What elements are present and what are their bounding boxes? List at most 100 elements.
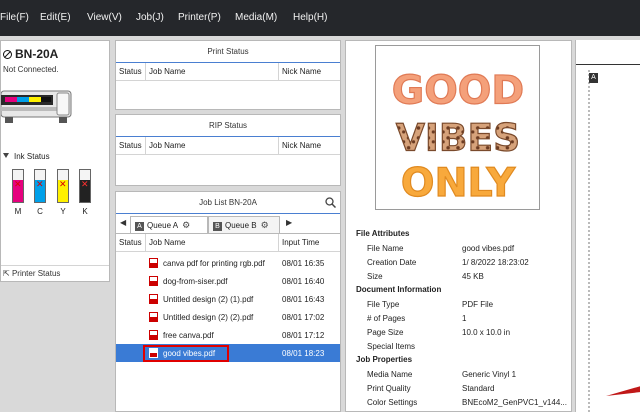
layout-canvas[interactable]: A xyxy=(575,40,640,412)
job-name: dog-from-siser.pdf xyxy=(163,277,228,286)
printer-status-label: Printer Status xyxy=(11,269,61,278)
attr-key: Size xyxy=(367,272,383,281)
ink-error-icon: ✕ xyxy=(81,179,89,189)
table-header: Status Job Name Nick Name xyxy=(116,63,340,81)
rip-status-panel: RIP Status Status Job Name Nick Name xyxy=(115,114,341,186)
section-file-attributes: File Attributes xyxy=(356,229,410,238)
column-header[interactable]: Status xyxy=(119,141,142,150)
menu-file[interactable]: File(F) xyxy=(0,12,29,23)
connection-status: Not Connected. xyxy=(3,65,59,74)
preview-text-good: GOOD xyxy=(392,67,524,113)
job-time: 08/01 17:02 xyxy=(282,313,325,322)
column-header[interactable]: Nick Name xyxy=(282,67,321,76)
print-status-panel: Print Status Status Job Name Nick Name xyxy=(115,40,341,110)
tab-label: Queue B xyxy=(225,221,257,230)
attr-key: File Name xyxy=(367,244,404,253)
job-time: 08/01 16:43 xyxy=(282,295,325,304)
preview-thumbnail: GOOD VIBES ONLY xyxy=(375,45,540,210)
ink-cartridge-black: ✕ xyxy=(79,169,91,203)
panel-title: Job List BN-20A xyxy=(116,192,340,214)
ink-label: K xyxy=(82,207,88,216)
tab-queue-a[interactable]: A Queue A ⚙ xyxy=(130,216,208,233)
menu-help[interactable]: Help(H) xyxy=(293,12,327,23)
printer-status-link[interactable]: ⇱ Printer Status xyxy=(1,265,109,278)
preview-text-vibes: VIBES xyxy=(396,116,520,160)
table-row[interactable]: free canva.pdf 08/01 17:12 xyxy=(116,326,340,344)
panel-title: Print Status xyxy=(116,41,340,63)
ink-status-label: Ink Status xyxy=(14,152,50,161)
gear-icon[interactable]: ⚙ xyxy=(261,217,269,233)
highlight-box xyxy=(143,345,229,362)
section-job-properties: Job Properties xyxy=(356,355,413,364)
job-list-panel: Job List BN-20A ◀ A Queue A ⚙ B Queue B ⚙ ▶ … xyxy=(115,191,341,412)
job-name: Untitled design (2) (1).pdf xyxy=(163,295,254,304)
menu-printer[interactable]: Printer(P) xyxy=(178,12,221,23)
search-icon[interactable] xyxy=(325,197,336,208)
table-row[interactable]: Untitled design (2) (2).pdf 08/01 17:02 xyxy=(116,308,340,326)
job-name: free canva.pdf xyxy=(163,331,214,340)
column-header[interactable]: Job Name xyxy=(149,141,185,150)
job-time: 08/01 18:23 xyxy=(282,349,325,358)
panel-title: RIP Status xyxy=(116,115,340,137)
menu-job[interactable]: Job(J) xyxy=(136,12,164,23)
attr-key: Color Settings xyxy=(367,398,418,407)
external-link-icon: ⇱ xyxy=(3,269,10,278)
attr-value: 1/ 8/2022 18:23:02 xyxy=(462,258,529,267)
tab-scroll-right-icon[interactable]: ▶ xyxy=(286,218,292,227)
menu-media[interactable]: Media(M) xyxy=(235,12,277,23)
not-connected-icon xyxy=(3,50,12,59)
attr-value: 1 xyxy=(462,314,467,323)
column-header[interactable]: Status xyxy=(119,67,142,76)
ink-status-header[interactable]: Ink Status xyxy=(3,152,50,161)
job-time: 08/01 16:40 xyxy=(282,277,325,286)
ink-label: C xyxy=(37,207,43,216)
table-row[interactable]: dog-from-siser.pdf 08/01 16:40 xyxy=(116,272,340,290)
column-header[interactable]: Job Name xyxy=(149,238,185,247)
table-row-selected[interactable]: good vibes.pdf 08/01 18:23 xyxy=(116,344,340,362)
printer-image xyxy=(1,90,72,123)
tab-queue-b[interactable]: B Queue B ⚙ xyxy=(208,216,280,233)
table-row[interactable]: Untitled design (2) (1).pdf 08/01 16:43 xyxy=(116,290,340,308)
menu-view[interactable]: View(V) xyxy=(87,12,122,23)
queue-badge: B xyxy=(213,222,222,231)
pointer-arrow-icon xyxy=(606,386,640,396)
attr-key: Creation Date xyxy=(367,258,417,267)
attr-value: 45 KB xyxy=(462,272,484,281)
queue-tabs: ◀ A Queue A ⚙ B Queue B ⚙ ▶ xyxy=(116,214,340,234)
column-header[interactable]: Job Name xyxy=(149,67,185,76)
table-row[interactable]: canva pdf for printing rgb.pdf 08/01 16:3… xyxy=(116,254,340,272)
attr-key: Page Size xyxy=(367,328,404,337)
attr-key: Media Name xyxy=(367,370,413,379)
column-header[interactable]: Status xyxy=(119,238,142,247)
job-time: 08/01 16:35 xyxy=(282,259,325,268)
tab-scroll-left-icon[interactable]: ◀ xyxy=(120,218,126,227)
column-header[interactable]: Input Time xyxy=(282,238,319,247)
ink-error-icon: ✕ xyxy=(36,179,44,189)
gear-icon[interactable]: ⚙ xyxy=(182,217,190,233)
ink-cartridge-cyan: ✕ xyxy=(34,169,46,203)
attr-key: File Type xyxy=(367,300,400,309)
attr-value: PDF File xyxy=(462,300,494,309)
ink-label: M xyxy=(14,207,22,216)
section-document-information: Document Information xyxy=(356,285,442,294)
column-header[interactable]: Nick Name xyxy=(282,141,321,150)
canvas-edge xyxy=(588,70,640,412)
attr-key: Print Quality xyxy=(367,384,411,393)
job-info-panel: GOOD VIBES ONLY File Attributes File Nam… xyxy=(345,40,572,412)
printer-name: BN-20A xyxy=(15,47,59,61)
attr-value: Standard xyxy=(462,384,495,393)
menu-edit[interactable]: Edit(E) xyxy=(40,12,71,23)
attr-key: # of Pages xyxy=(367,314,406,323)
pdf-icon xyxy=(149,312,158,322)
ink-error-icon: ✕ xyxy=(59,179,67,189)
attr-value: 10.0 x 10.0 in xyxy=(462,328,511,337)
collapse-triangle-icon xyxy=(3,153,9,158)
ink-label: Y xyxy=(60,207,66,216)
pdf-icon xyxy=(149,330,158,340)
attr-value: BNEcoM2_GenPVC1_v144... xyxy=(462,398,567,407)
table-header: Status Job Name Input Time xyxy=(116,234,340,252)
printer-panel: BN-20A Not Connected. Ink Status ✕ ✕ ✕ ✕… xyxy=(0,40,110,282)
attr-key: Special Items xyxy=(367,342,416,351)
pdf-icon xyxy=(149,294,158,304)
job-name: Untitled design (2) (2).pdf xyxy=(163,313,254,322)
